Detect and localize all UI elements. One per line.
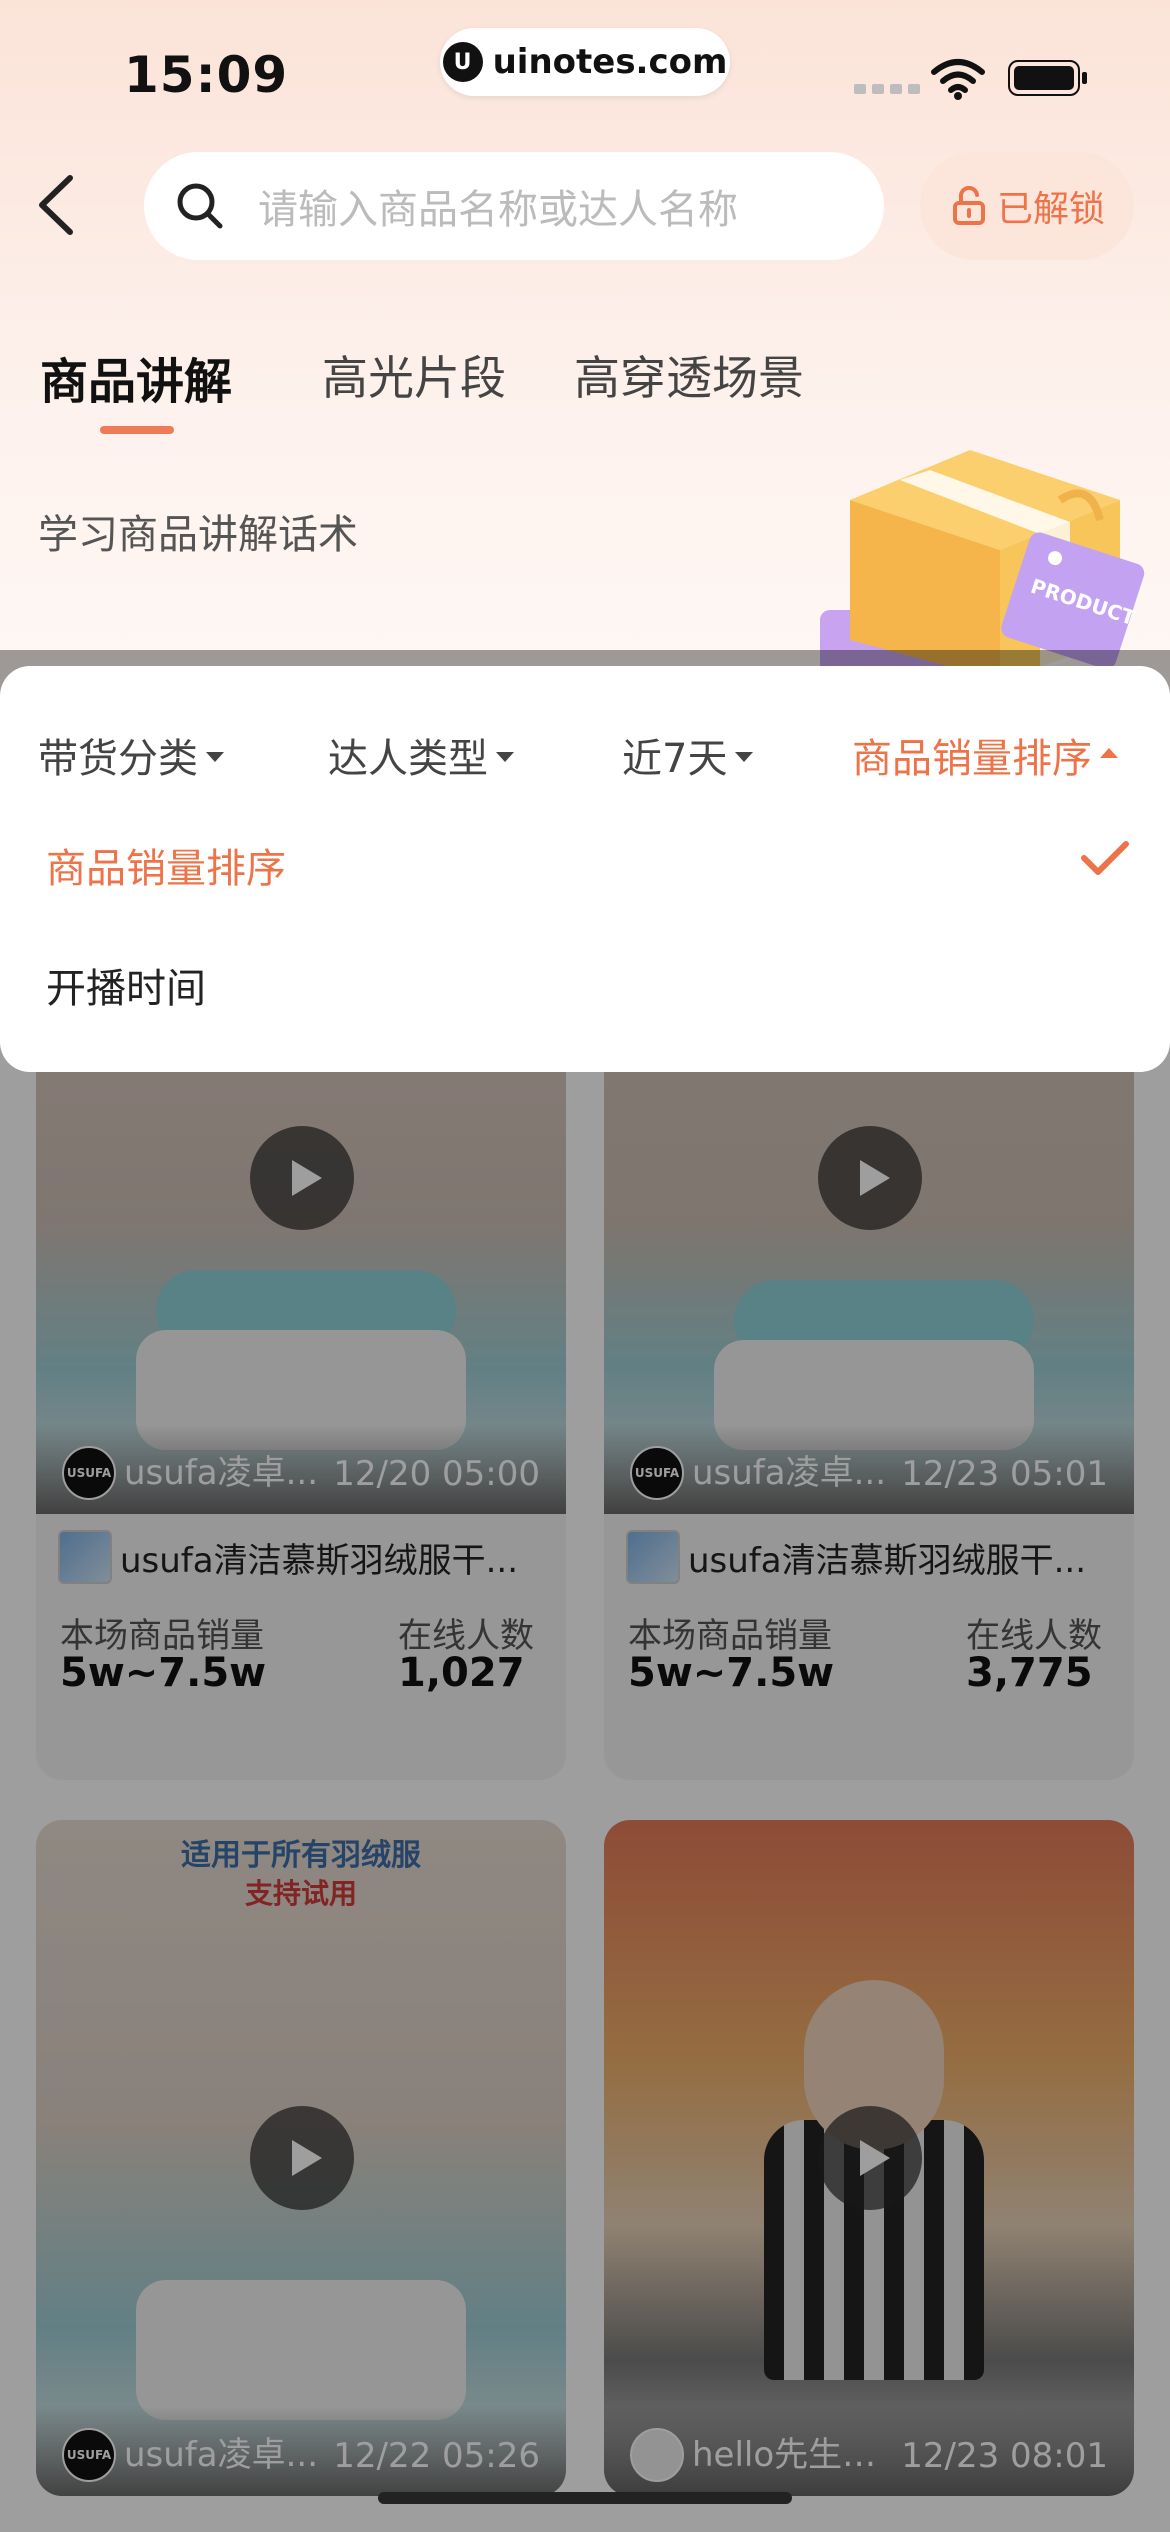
filter-influencer-type-label: 达人类型	[328, 736, 488, 782]
cellular-signal-icon	[854, 84, 920, 94]
unlocked-button[interactable]: 已解锁	[920, 152, 1134, 260]
unlocked-label: 已解锁	[996, 189, 1105, 230]
unlock-icon	[952, 186, 985, 225]
caret-up-icon	[1100, 748, 1118, 758]
section-subtitle: 学习商品讲解话术	[38, 512, 358, 558]
filter-category[interactable]: 带货分类	[38, 726, 224, 784]
caret-down-icon	[496, 752, 514, 762]
tab-product-explain[interactable]: 商品讲解	[40, 342, 232, 412]
home-indicator[interactable]	[378, 2492, 792, 2504]
sort-dropdown-panel: 带货分类 达人类型 近7天 商品销量排序 商品销量排序 开播时间	[0, 666, 1170, 1072]
sort-option-sales[interactable]: 商品销量排序	[46, 836, 286, 894]
filter-sort-label: 商品销量排序	[852, 736, 1092, 782]
caret-down-icon	[735, 752, 754, 762]
sort-option-start-time[interactable]: 开播时间	[46, 956, 206, 1014]
active-tab-indicator	[100, 426, 174, 434]
filter-sort[interactable]: 商品销量排序	[852, 726, 1118, 784]
caret-down-icon	[206, 752, 224, 762]
checkmark-icon	[1081, 841, 1129, 875]
site-logo-icon: U	[442, 42, 483, 82]
url-pill[interactable]: U uinotes.com	[440, 28, 730, 96]
tab-highlights[interactable]: 高光片段	[322, 342, 506, 408]
filter-date-range[interactable]: 近7天	[622, 726, 754, 784]
product-box-illustration: PRODUCT	[820, 450, 1145, 680]
tab-high-penetration[interactable]: 高穿透场景	[574, 342, 804, 408]
filter-date-range-label: 近7天	[622, 736, 728, 782]
status-time: 15:09	[124, 46, 289, 104]
wifi-icon	[931, 59, 985, 100]
search-placeholder: 请输入商品名称或达人名称	[258, 187, 738, 233]
search-input[interactable]: 请输入商品名称或达人名称	[144, 152, 884, 260]
search-icon	[177, 183, 223, 229]
url-text: uinotes.com	[492, 42, 728, 82]
battery-icon	[1008, 60, 1087, 96]
back-chevron-icon[interactable]	[30, 170, 90, 240]
filter-category-label: 带货分类	[38, 736, 198, 782]
filter-influencer-type[interactable]: 达人类型	[328, 726, 514, 784]
